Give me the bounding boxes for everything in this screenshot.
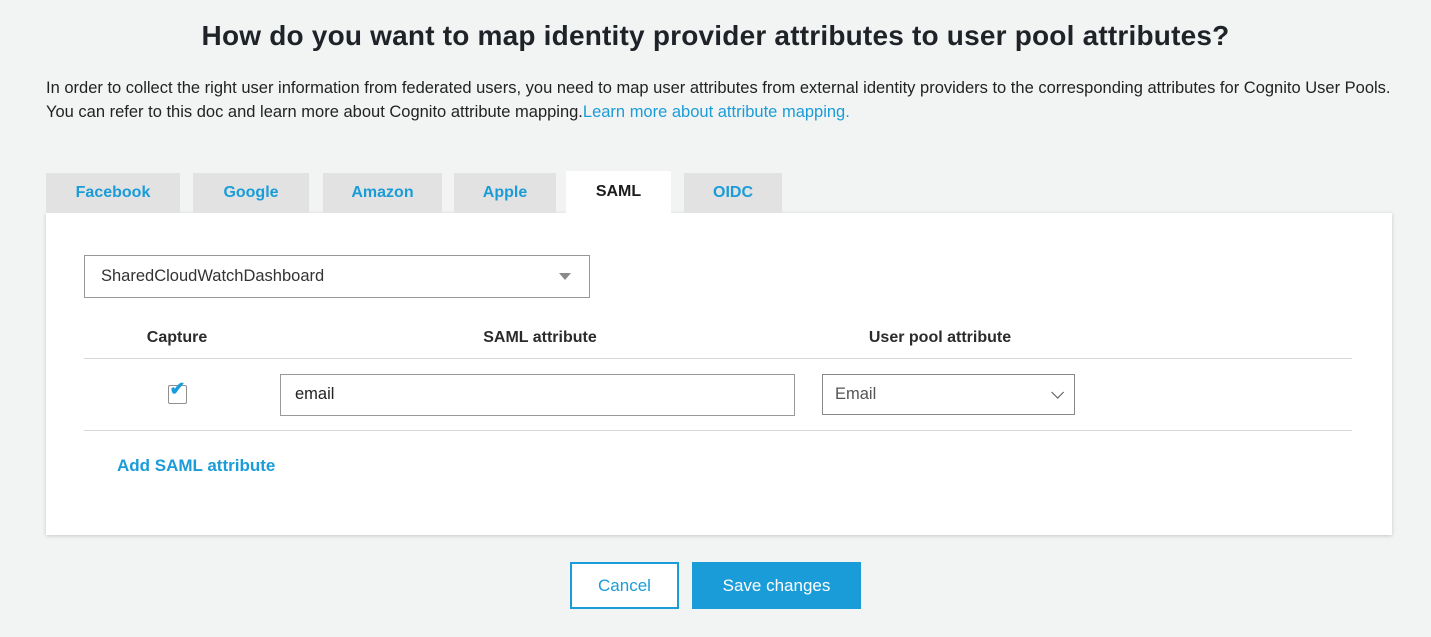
column-header-saml-attribute: SAML attribute <box>270 329 810 347</box>
checkmark-icon: ✔ <box>170 380 186 399</box>
saml-attribute-input[interactable] <box>280 374 795 416</box>
chevron-down-icon <box>1051 386 1064 399</box>
page-title: How do you want to map identity provider… <box>0 20 1431 52</box>
table-row: ✔ Email <box>84 359 1352 430</box>
saml-provider-select[interactable]: SharedCloudWatchDashboard <box>84 255 590 298</box>
capture-cell: ✔ <box>84 385 270 404</box>
cancel-button[interactable]: Cancel <box>570 562 679 609</box>
tab-google[interactable]: Google <box>193 173 309 213</box>
tab-facebook[interactable]: Facebook <box>46 173 180 213</box>
table-divider-bottom <box>84 430 1352 431</box>
user-pool-attribute-cell: Email <box>810 374 1070 415</box>
capture-checkbox[interactable]: ✔ <box>168 385 187 404</box>
learn-more-link[interactable]: Learn more about attribute mapping. <box>583 103 850 121</box>
mapping-table-header: Capture SAML attribute User pool attribu… <box>84 318 1352 358</box>
tab-oidc[interactable]: OIDC <box>684 173 782 213</box>
caret-down-icon <box>559 273 571 280</box>
user-pool-attribute-select-value: Email <box>835 385 876 404</box>
attribute-mapping-page: { "page": { "title": "How do you want to… <box>0 20 1431 637</box>
tab-apple[interactable]: Apple <box>454 173 556 213</box>
footer-actions: Cancel Save changes <box>0 562 1431 609</box>
column-header-user-pool-attribute: User pool attribute <box>810 329 1070 347</box>
add-saml-attribute-link[interactable]: Add SAML attribute <box>117 456 275 476</box>
saml-mapping-panel: SharedCloudWatchDashboard Capture SAML a… <box>46 213 1392 535</box>
save-changes-button[interactable]: Save changes <box>692 562 861 609</box>
saml-attribute-cell <box>270 374 810 416</box>
identity-provider-tab-bar: Facebook Google Amazon Apple SAML OIDC <box>46 173 1431 213</box>
user-pool-attribute-select[interactable]: Email <box>822 374 1075 415</box>
page-description: In order to collect the right user infor… <box>46 76 1391 124</box>
tab-amazon[interactable]: Amazon <box>323 173 442 213</box>
column-header-capture: Capture <box>84 329 270 347</box>
tab-saml[interactable]: SAML <box>566 171 671 213</box>
saml-provider-select-value: SharedCloudWatchDashboard <box>101 267 324 286</box>
